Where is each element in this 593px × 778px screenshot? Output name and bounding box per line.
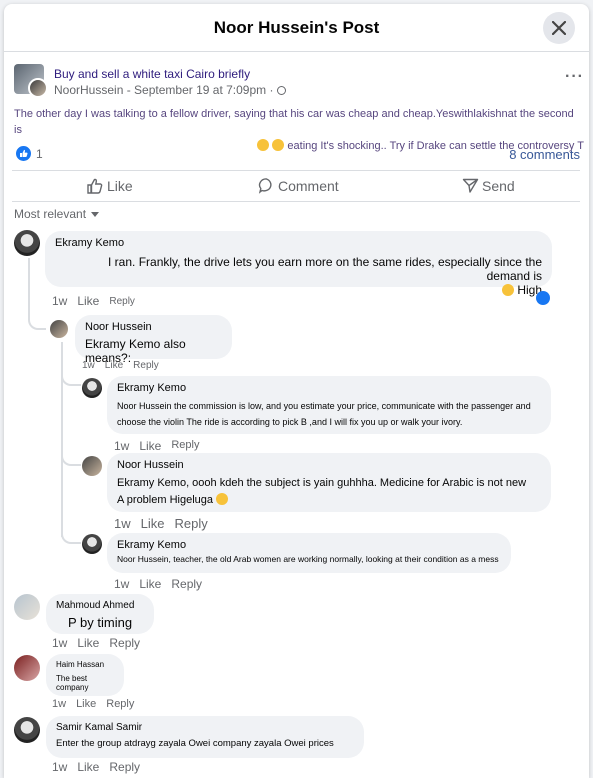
post-header: Buy and sell a white taxi Cairo briefly … <box>14 64 584 98</box>
comment-text: The best company <box>56 674 89 692</box>
comment-reply-button[interactable]: Reply <box>109 294 135 308</box>
comment-bubble: Ekramy Kemo Noor Hussein the commission … <box>107 376 551 434</box>
comment-reply-button[interactable]: Reply <box>174 516 207 531</box>
commenter-name[interactable]: Samir Kamal Samir <box>56 722 354 733</box>
globe-icon <box>276 86 286 95</box>
send-icon <box>462 178 479 193</box>
post-meta: NoorHussein - September 19 at 7:09pm · <box>54 83 286 97</box>
comment-bubble: Ekramy Kemo I ran. Frankly, the drive le… <box>45 231 552 297</box>
comment-footer: 1w Like Reply <box>52 294 135 308</box>
comment-reply-button[interactable]: Reply <box>171 577 202 591</box>
thread-connector <box>61 370 81 386</box>
commenter-name[interactable]: Noor Hussein <box>85 321 222 333</box>
comment-button[interactable]: Comment <box>258 177 339 194</box>
commenter-name[interactable]: Noor Hussein <box>117 459 541 471</box>
thread-connector <box>61 514 81 544</box>
comment-reply-button[interactable]: Reply <box>106 698 134 710</box>
comment-like-button[interactable]: Like <box>77 636 99 650</box>
comment-footer: 1w Like Reply <box>114 516 208 531</box>
comment-text: Enter the group atdrayg zayala Owei comp… <box>56 738 334 749</box>
comment-text: Noor Hussein the commission is low, and … <box>117 401 531 427</box>
thread-connector <box>61 444 81 466</box>
comment-like-button[interactable]: Like <box>105 360 123 371</box>
comment-footer: 1w Like Reply <box>52 636 141 650</box>
like-reaction-icon[interactable] <box>16 146 31 161</box>
like-button[interactable]: Like <box>86 177 133 195</box>
comment-like-button[interactable]: Like <box>77 760 99 774</box>
comment-text: P by timing <box>68 615 133 630</box>
commenter-name[interactable]: Ekramy Kemo <box>117 382 541 394</box>
comment-text: I ran. Frankly, the drive lets you earn … <box>108 255 542 297</box>
comment-reply-button[interactable]: Reply <box>171 439 199 453</box>
sort-comments-dropdown[interactable]: Most relevant <box>14 207 100 221</box>
comment-footer: 1w Like Reply <box>114 577 203 591</box>
thread-connector <box>28 304 46 330</box>
commenter-avatar[interactable] <box>14 717 40 743</box>
comment-bubble: Noor Hussein Ekramy Kemo, oooh kdeh the … <box>107 453 551 512</box>
commenter-name[interactable]: Haim Hassan <box>56 660 114 669</box>
comment-like-button[interactable]: Like <box>141 516 165 531</box>
post-date[interactable]: - September 19 at 7:09pm · <box>127 83 274 97</box>
post-actions: Like Comment Send <box>12 170 580 202</box>
comment-reply-button[interactable]: Reply <box>109 636 140 650</box>
comment-bubble: Samir Kamal Samir Enter the group atdray… <box>46 716 364 758</box>
comment-reply-button[interactable]: Reply <box>109 760 140 774</box>
comment-text: Noor Hussein, teacher, the old Arab wome… <box>117 554 499 564</box>
comment-text: Ekramy Kemo, oooh kdeh the subject is ya… <box>117 477 527 506</box>
comment-footer: 1w Like Reply <box>52 698 135 710</box>
commenter-avatar[interactable] <box>14 594 40 620</box>
commenter-avatar[interactable] <box>14 655 40 681</box>
comment-like-button[interactable]: Like <box>139 577 161 591</box>
comment-bubble: Haim Hassan The best company <box>46 654 124 696</box>
commenter-avatar[interactable] <box>82 456 102 476</box>
close-button[interactable] <box>543 12 575 44</box>
post-text-line1: The other day I was talking to a fellow … <box>14 108 574 136</box>
comment-like-button[interactable]: Like <box>77 294 99 308</box>
grin-emoji-icon <box>501 284 514 296</box>
reaction-count[interactable]: 1 <box>36 147 43 161</box>
commenter-name[interactable]: Mahmoud Ahmed <box>56 600 144 611</box>
comment-like-button[interactable]: Like <box>76 698 96 710</box>
more-options-button[interactable]: ··· <box>565 68 584 86</box>
comment-footer: 1w Like Reply <box>82 360 159 371</box>
commenter-avatar[interactable] <box>82 534 102 554</box>
author-name[interactable]: NoorHussein <box>54 83 123 97</box>
comment-like-button[interactable]: Like <box>139 439 161 453</box>
comment-footer: 1w Like Reply <box>114 439 200 453</box>
group-name[interactable]: Buy and sell a white taxi Cairo briefly <box>54 67 250 81</box>
pleading-emoji-icon <box>216 493 229 505</box>
comment-footer: 1w Like Reply <box>52 760 141 774</box>
comment-icon <box>258 178 272 194</box>
commenter-avatar[interactable] <box>82 378 102 398</box>
commenter-name[interactable]: Ekramy Kemo <box>55 237 542 249</box>
commenter-avatar[interactable] <box>50 320 68 338</box>
commenter-avatar[interactable] <box>14 230 40 256</box>
send-button[interactable]: Send <box>462 177 515 194</box>
comment-reply-button[interactable]: Reply <box>133 360 159 371</box>
dialog-title: Noor Hussein's Post <box>213 18 380 37</box>
comments-count-link[interactable]: 8 comments <box>509 147 580 162</box>
comment-bubble: Noor Hussein Ekramy Kemo also means?: <box>75 315 232 365</box>
comment-bubble: Mahmoud Ahmed P by timing <box>46 594 154 634</box>
commenter-name[interactable]: Ekramy Kemo <box>117 539 501 551</box>
caret-down-icon <box>91 212 100 217</box>
dialog-header: Noor Hussein's Post <box>4 4 589 52</box>
thumbs-up-icon <box>87 178 103 194</box>
like-reaction-icon[interactable] <box>536 291 550 305</box>
author-avatar[interactable] <box>28 78 48 98</box>
comment-bubble: Ekramy Kemo Noor Hussein, teacher, the o… <box>107 533 511 573</box>
post-dialog: Noor Hussein's Post Buy and sell a white… <box>4 4 589 778</box>
close-icon <box>552 21 566 35</box>
post-stats: 1 8 comments <box>14 143 580 163</box>
